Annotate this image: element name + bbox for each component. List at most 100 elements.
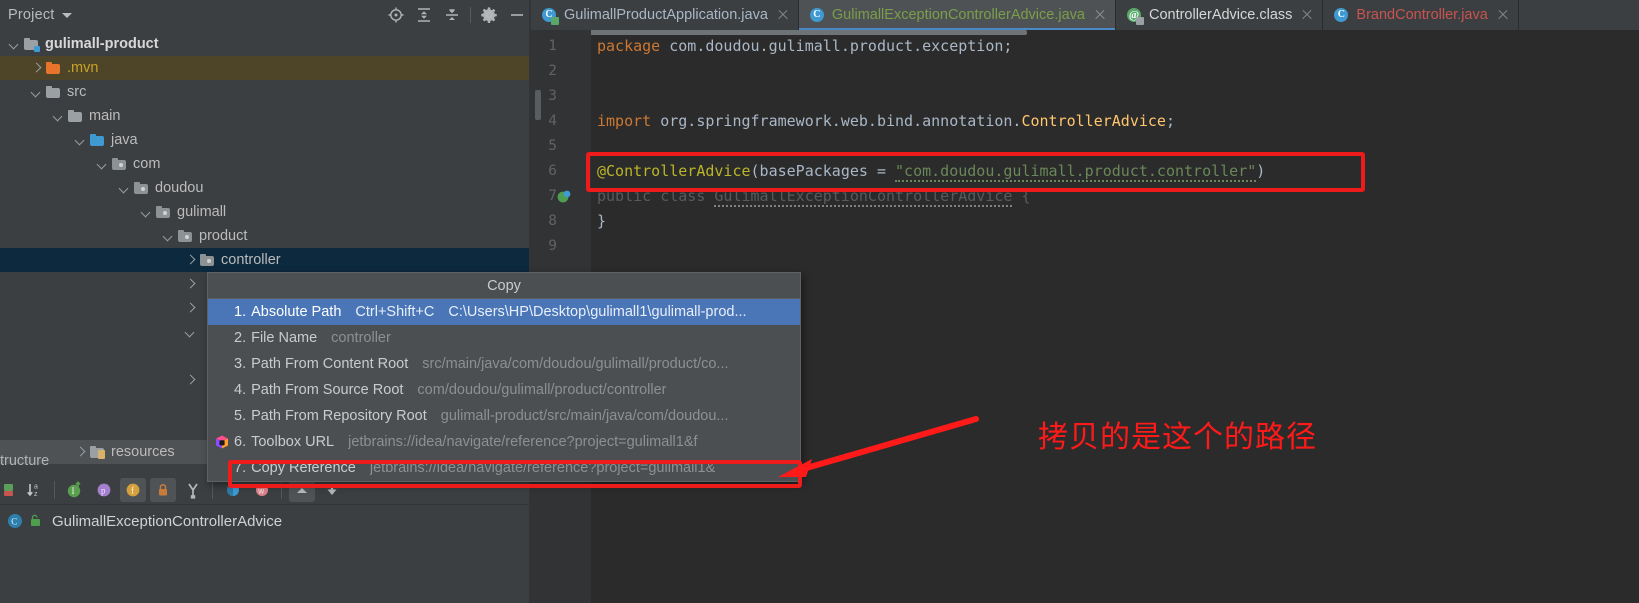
java-class-icon: C xyxy=(1333,7,1350,24)
editor-tab-label: GulimallProductApplication.java xyxy=(564,7,768,23)
tree-label: java xyxy=(111,132,138,148)
vertical-scrollbar-thumb[interactable] xyxy=(535,90,541,120)
package-icon xyxy=(199,253,216,267)
chevron-right-icon[interactable] xyxy=(184,302,197,315)
chevron-down-icon[interactable] xyxy=(74,134,87,147)
tree-row-mvn[interactable]: .mvn xyxy=(0,56,531,80)
chevron-down-icon[interactable] xyxy=(30,86,43,99)
line-number: 9 xyxy=(548,238,557,254)
menu-item-value: src/main/java/com/doudou/gulimall/produc… xyxy=(422,356,729,372)
tree-row-java[interactable]: java xyxy=(0,128,531,152)
editor-tab-1[interactable]: C GulimallExceptionControllerAdvice.java xyxy=(798,0,1116,30)
source-folder-icon xyxy=(89,133,106,147)
tree-row-gulimall[interactable]: gulimall xyxy=(0,200,531,224)
editor-tab-2[interactable]: @ ControllerAdvice.class xyxy=(1116,0,1324,30)
chevron-down-icon[interactable] xyxy=(118,182,131,195)
toolbar-separator xyxy=(212,481,213,499)
chevron-right-icon[interactable] xyxy=(184,374,197,387)
collapse-all-icon[interactable] xyxy=(438,0,466,30)
structure-breadcrumb-bar: C GulimallExceptionControllerAdvice xyxy=(0,506,531,536)
show-non-public-icon[interactable] xyxy=(150,478,176,502)
minimize-icon[interactable] xyxy=(503,0,531,30)
breadcrumb-label[interactable]: GulimallExceptionControllerAdvice xyxy=(52,513,282,530)
toolbar-separator xyxy=(54,481,55,499)
close-icon[interactable] xyxy=(1094,9,1106,21)
menu-item-value: C:\Users\HP\Desktop\gulimall1\gulimall-p… xyxy=(448,304,747,320)
project-panel-header: Project xyxy=(0,0,531,30)
expand-all-icon[interactable] xyxy=(410,0,438,30)
locate-icon[interactable] xyxy=(382,0,410,30)
tree-row-main[interactable]: main xyxy=(0,104,531,128)
menu-item-path-from-repository-root[interactable]: 5. Path From Repository Root gulimall-pr… xyxy=(208,403,800,429)
tree-row-gulimall-product[interactable]: gulimall-product xyxy=(0,32,531,56)
menu-item-value: jetbrains://idea/navigate/reference?proj… xyxy=(369,460,715,476)
show-properties-icon[interactable]: p xyxy=(89,477,118,503)
menu-item-copy-reference[interactable]: 7. Copy Reference jetbrains://idea/navig… xyxy=(208,455,800,481)
copy-context-menu[interactable]: Copy 1. Absolute Path Ctrl+Shift+C C:\Us… xyxy=(207,272,801,482)
tree-label: gulimall xyxy=(177,204,227,220)
editor-tab-label: GulimallExceptionControllerAdvice.java xyxy=(831,7,1085,23)
group-by-icon[interactable] xyxy=(178,477,207,503)
svg-text:I: I xyxy=(71,486,74,496)
chevron-down-icon[interactable] xyxy=(140,206,153,219)
chevron-down-icon[interactable] xyxy=(52,110,65,123)
menu-item-index: 2. xyxy=(234,330,247,346)
package-icon xyxy=(155,205,172,219)
chevron-down-icon[interactable] xyxy=(96,158,109,171)
structure-tool-label[interactable]: tructure xyxy=(0,448,200,474)
close-icon[interactable] xyxy=(1301,9,1313,21)
show-inherited-icon[interactable]: I xyxy=(60,477,89,503)
copy-menu-title: Copy xyxy=(208,273,800,299)
line-number: 1 xyxy=(548,38,557,54)
svg-text:w: w xyxy=(257,487,264,496)
class-icon: C xyxy=(6,512,24,530)
project-panel-toolbar xyxy=(382,0,531,30)
project-panel-title[interactable]: Project xyxy=(8,7,55,23)
editor-tab-label: BrandController.java xyxy=(1356,7,1488,23)
package-icon xyxy=(133,181,150,195)
chevron-down-icon[interactable] xyxy=(184,326,197,339)
toolbar-separator xyxy=(281,481,282,499)
show-fields-icon[interactable]: f xyxy=(120,478,146,502)
orange-folder-icon xyxy=(45,61,62,75)
annotation-text: 拷贝的是这个的路径 xyxy=(1038,420,1317,455)
module-folder-icon xyxy=(23,37,40,52)
package-icon xyxy=(111,157,128,171)
tree-row-product[interactable]: product xyxy=(0,224,531,248)
gear-icon[interactable] xyxy=(475,0,503,30)
menu-item-path-from-content-root[interactable]: 3. Path From Content Root src/main/java/… xyxy=(208,351,800,377)
chevron-right-icon[interactable] xyxy=(184,278,197,291)
menu-item-index: 6. xyxy=(234,434,247,450)
line-number: 2 xyxy=(548,63,557,79)
tree-row-src[interactable]: src xyxy=(0,80,531,104)
chevron-down-icon[interactable] xyxy=(61,12,72,18)
java-class-icon: C xyxy=(809,7,826,24)
panel-divider xyxy=(0,504,531,505)
code-line-8: } xyxy=(597,212,607,230)
run-class-gutter-icon[interactable] xyxy=(556,189,572,205)
line-number: 6 xyxy=(548,163,557,179)
code-line-7: public class GulimallExceptionController… xyxy=(597,187,1031,207)
menu-item-label: Toolbox URL xyxy=(251,434,335,450)
chevron-down-icon[interactable] xyxy=(8,38,21,51)
sort-alphabetically-icon[interactable]: a z xyxy=(20,477,49,503)
chevron-down-icon[interactable] xyxy=(162,230,175,243)
menu-item-path-from-source-root[interactable]: 4. Path From Source Root com/doudou/guli… xyxy=(208,377,800,403)
close-icon[interactable] xyxy=(1497,9,1509,21)
editor-tab-3[interactable]: C BrandController.java xyxy=(1323,0,1519,30)
chevron-right-icon[interactable] xyxy=(184,254,197,267)
build-variants-icon[interactable] xyxy=(0,477,20,503)
menu-item-absolute-path[interactable]: 1. Absolute Path Ctrl+Shift+C C:\Users\H… xyxy=(208,299,800,325)
gray-folder-icon xyxy=(67,109,84,123)
menu-item-toolbox-url[interactable]: 6. Toolbox URL jetbrains://idea/navigate… xyxy=(208,429,800,455)
tree-row-com[interactable]: com xyxy=(0,152,531,176)
editor-tab-0[interactable]: C GulimallProductApplication.java xyxy=(531,0,799,30)
tree-row-doudou[interactable]: doudou xyxy=(0,176,531,200)
menu-item-value: com/doudou/gulimall/product/controller xyxy=(417,382,667,398)
chevron-right-icon[interactable] xyxy=(30,62,43,75)
annotation-arrow-icon xyxy=(778,416,979,477)
menu-item-file-name[interactable]: 2. File Name controller xyxy=(208,325,800,351)
close-icon[interactable] xyxy=(777,9,789,21)
tree-row-controller[interactable]: controller xyxy=(0,248,531,272)
public-marker-icon xyxy=(28,513,44,529)
